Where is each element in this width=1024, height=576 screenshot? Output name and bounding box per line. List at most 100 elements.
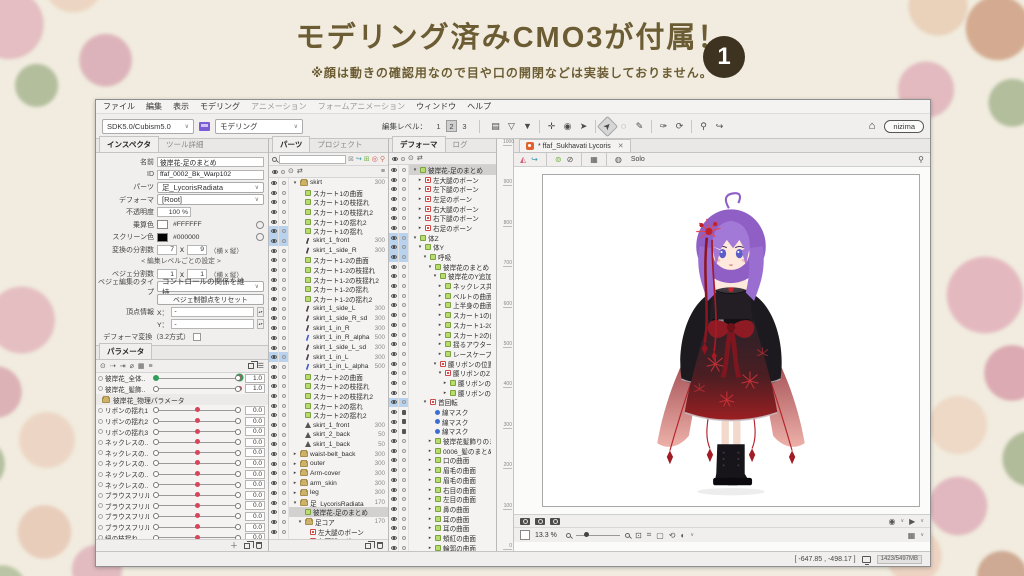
tab-tool-detail[interactable]: ツール詳細	[159, 137, 211, 152]
lock-cell[interactable]	[399, 523, 409, 534]
lock-cell[interactable]	[399, 416, 409, 427]
visibility-cell[interactable]	[269, 400, 279, 411]
expander-icon[interactable]: ▸	[437, 302, 443, 308]
parameter-row[interactable]: ネックレスの.. 0.0	[96, 479, 268, 490]
divisions-x-input[interactable]: 7	[157, 244, 177, 255]
lock-cell[interactable]	[399, 281, 409, 291]
tree-row[interactable]: ▸ 左目の曲面	[389, 494, 496, 505]
parameter-slider[interactable]	[153, 375, 242, 382]
tab-log[interactable]: ログ	[446, 137, 475, 152]
lock-cell[interactable]	[279, 468, 289, 479]
tree-row[interactable]: ▾ 首回転	[389, 397, 496, 408]
parameter-row[interactable]: ネックレスの.. 0.0	[96, 469, 268, 480]
lock-cell[interactable]	[279, 207, 289, 217]
visibility-cell[interactable]	[389, 252, 399, 262]
tab-inspector[interactable]: インスペクタ	[99, 136, 160, 152]
bezier-type-select[interactable]: コントロールの関係を維持 ∨	[157, 277, 264, 297]
play-icon[interactable]: ▶	[909, 517, 915, 526]
visibility-cell[interactable]	[269, 391, 279, 401]
parameter-value[interactable]: 0.0	[245, 416, 265, 426]
lasso-tool-icon[interactable]: ◌	[616, 119, 631, 134]
parameter-row[interactable]: リボンの揺れ2 0.0	[96, 416, 268, 427]
parameter-slider[interactable]	[153, 492, 241, 499]
menu-item[interactable]: 表示	[173, 101, 189, 112]
lock-cell[interactable]	[279, 226, 289, 237]
visibility-cell[interactable]	[269, 226, 279, 237]
lock-cell[interactable]	[399, 329, 409, 340]
parameter-row[interactable]: ネックレスの.. 0.0	[96, 458, 268, 469]
tree-row[interactable]: ▸ 眉毛の曲面	[389, 465, 496, 475]
lock-cell[interactable]	[279, 497, 289, 508]
lock-cell[interactable]	[279, 255, 289, 266]
rotate-deformer-icon[interactable]: ⟳	[672, 119, 687, 134]
lock-cell[interactable]	[399, 165, 409, 175]
tree-row[interactable]: スカート1の枝揺れ2	[269, 207, 388, 217]
vertex-x-input[interactable]: -	[171, 306, 254, 317]
duplicate-part-icon[interactable]	[365, 540, 375, 549]
tree-row[interactable]: ▸ 頬紅の曲面	[389, 533, 496, 543]
visibility-cell[interactable]	[269, 458, 279, 469]
visibility-cell[interactable]	[269, 216, 279, 227]
delete-parameter-icon[interactable]	[256, 542, 262, 549]
parameter-value[interactable]: 0.0	[245, 427, 265, 437]
screen-color-swatch[interactable]	[157, 232, 168, 242]
lock-cell[interactable]	[279, 449, 289, 459]
tree-row[interactable]: ▸ leg 300	[269, 488, 388, 498]
edit-level-1[interactable]: 1	[433, 120, 444, 132]
multi-select-icon[interactable]: ➤	[576, 119, 591, 134]
tree-row[interactable]: ▸ レースケープの曲面	[389, 349, 496, 359]
visibility-cell[interactable]	[389, 165, 399, 175]
lock-cell[interactable]	[399, 494, 409, 505]
visibility-cell[interactable]	[269, 303, 279, 314]
tree-row[interactable]: ▸ 右大腿のボーン	[389, 203, 496, 214]
tree-row[interactable]: ▸ outer 300	[269, 458, 388, 469]
visibility-cell[interactable]	[269, 236, 279, 246]
visibility-cell[interactable]	[389, 475, 399, 485]
lock-icon[interactable]	[281, 169, 285, 174]
expander-icon[interactable]: ▸	[292, 451, 298, 457]
sdk-version-select[interactable]: SDK5.0/Cubism5.0 ∨	[102, 118, 194, 134]
tree-row[interactable]: ▸ 耳の曲面	[389, 513, 496, 524]
tree-row[interactable]: スカート1の曲面	[269, 187, 388, 198]
chevron-down-icon[interactable]: ∨	[690, 532, 694, 538]
expander-icon[interactable]: ▸	[427, 457, 433, 463]
tree-row[interactable]: スカート2の揺れ	[269, 400, 388, 411]
lock-cell[interactable]	[279, 439, 289, 450]
visibility-cell[interactable]	[269, 507, 279, 518]
bezier-reset-button[interactable]: ベジェ制御点をリセット	[157, 293, 264, 305]
visibility-cell[interactable]	[389, 349, 399, 359]
lock-cell[interactable]	[279, 245, 289, 256]
fit-view-icon[interactable]: ⊡	[635, 531, 642, 540]
lock-cell[interactable]	[279, 294, 289, 304]
lock-cell[interactable]	[399, 339, 409, 350]
tree-row[interactable]: スカート2の枝揺れ2	[269, 391, 388, 401]
nizima-button[interactable]: nizima	[884, 119, 924, 133]
visibility-cell[interactable]	[389, 203, 399, 214]
slider-knob[interactable]	[194, 449, 200, 455]
mesh-edit-icon[interactable]: ✛	[544, 119, 559, 134]
tree-row[interactable]: ▸ スカート2の曲面	[389, 329, 496, 340]
visibility-cell[interactable]	[389, 261, 399, 272]
visibility-cell[interactable]	[269, 449, 279, 459]
visibility-cell[interactable]	[269, 381, 279, 392]
slider-knob[interactable]	[194, 471, 200, 477]
lock-cell[interactable]	[399, 349, 409, 359]
tree-row[interactable]: skirt_1_side_L_sd 300	[269, 342, 388, 353]
visibility-cell[interactable]	[389, 242, 399, 253]
zoom-in-icon[interactable]	[625, 532, 630, 538]
parameter-slider[interactable]	[153, 385, 242, 392]
menu-item[interactable]: モデリング	[200, 101, 240, 112]
parts-search-input[interactable]	[279, 154, 347, 164]
menu-item[interactable]: ウィンドウ	[416, 101, 456, 112]
visibility-cell[interactable]	[389, 339, 399, 350]
visibility-cell[interactable]	[389, 455, 399, 466]
tree-row[interactable]: ▸ 左下腿のボーン	[389, 184, 496, 195]
clear-filter-icon[interactable]: ⊠	[348, 156, 354, 163]
parameter-value[interactable]: 0.0	[245, 458, 265, 468]
lock-cell[interactable]	[279, 420, 289, 430]
tab-project[interactable]: プロジェクト	[310, 137, 369, 152]
link-icon[interactable]: ↪	[531, 155, 538, 164]
lock-cell[interactable]	[279, 342, 289, 353]
tree-row[interactable]: ▸ waist-belt_back 300	[269, 449, 388, 459]
lock-cell[interactable]	[399, 504, 409, 514]
